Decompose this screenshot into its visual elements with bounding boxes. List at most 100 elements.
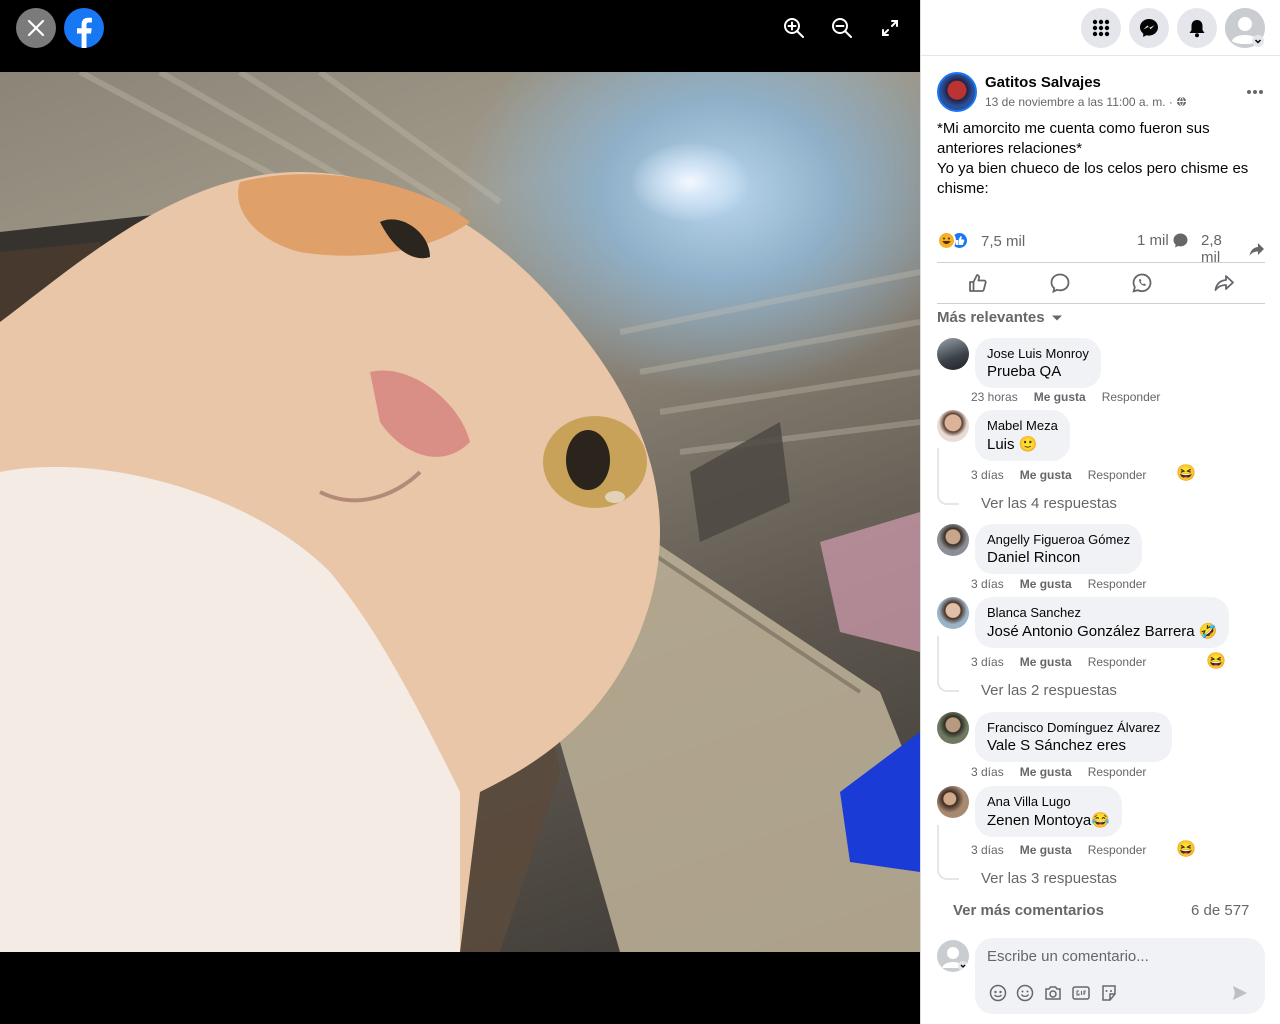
comment-time[interactable]: 3 días [971, 577, 1004, 591]
comment-time[interactable]: 3 días [971, 468, 1004, 482]
comment-avatar[interactable] [937, 786, 969, 818]
comment-reply-button[interactable]: Responder [1088, 765, 1147, 779]
share-count[interactable]: 2,8 mil [1201, 232, 1265, 266]
comment-meta: 23 horas Me gusta Responder [971, 390, 1160, 404]
post-header: Gatitos Salvajes 13 de noviembre a las 1… [937, 72, 1267, 112]
comment-like-button[interactable]: Me gusta [1034, 390, 1086, 404]
comment-like-button[interactable]: Me gusta [1020, 655, 1072, 669]
like-button[interactable] [943, 266, 1013, 300]
comment-like-button[interactable]: Me gusta [1020, 468, 1072, 482]
comment-avatar[interactable] [937, 597, 969, 629]
fullscreen-icon [882, 20, 898, 36]
sticker-button[interactable] [1098, 982, 1120, 1004]
comment-time[interactable]: 3 días [971, 655, 1004, 669]
cat-selfie-image [0, 72, 920, 952]
comment-time[interactable]: 23 horas [971, 390, 1018, 404]
thread-line [937, 636, 959, 692]
post-text-line2: Yo ya bien chueco de los celos pero chis… [937, 160, 1249, 197]
messenger-button[interactable] [1129, 8, 1169, 48]
whatsapp-send-button[interactable] [1107, 266, 1177, 300]
comment-reply-button[interactable]: Responder [1088, 468, 1147, 482]
view-replies-link[interactable]: Ver las 3 respuestas [981, 870, 1117, 887]
fullscreen-button[interactable] [876, 14, 904, 42]
avatar-sticker-button[interactable] [987, 982, 1009, 1004]
comment-meta: 3 días Me gusta Responder [971, 468, 1146, 482]
close-button[interactable] [16, 8, 56, 48]
comment-time[interactable]: 3 días [971, 765, 1004, 779]
comment-author[interactable]: Angelly Figueroa Gómez [987, 532, 1130, 547]
close-icon [27, 19, 45, 37]
post-text-line1: *Mi amorcito me cuenta como fueron sus a… [937, 120, 1210, 157]
comment-sort-dropdown[interactable]: Más relevantes [937, 309, 1063, 326]
thread-line [937, 825, 959, 880]
facebook-logo[interactable] [64, 8, 104, 48]
post-text: *Mi amorcito me cuenta como fueron sus a… [937, 119, 1257, 199]
view-replies-link[interactable]: Ver las 2 respuestas [981, 682, 1117, 699]
reaction-icons[interactable] [937, 231, 969, 250]
comment-text: Prueba QA [987, 363, 1062, 380]
share-arrow-icon [1249, 242, 1265, 256]
comment-like-button[interactable]: Me gusta [1020, 577, 1072, 591]
share-count-value: 2,8 mil [1201, 232, 1222, 266]
comment-avatar[interactable] [937, 410, 969, 442]
comment-bubble: Jose Luis Monroy Prueba QA [975, 338, 1101, 388]
post-timestamp[interactable]: 13 de noviembre a las 11:00 a. m. · [985, 95, 1187, 109]
comment-text: Zenen Montoya😂 [987, 812, 1110, 829]
zoom-in-button[interactable] [780, 14, 808, 42]
comment-author[interactable]: Jose Luis Monroy [987, 346, 1089, 361]
photo-attach-button[interactable] [1042, 982, 1064, 1004]
like-thumb-icon [969, 274, 987, 292]
comment-bubble: Blanca Sanchez José Antonio González Bar… [975, 597, 1230, 648]
comment-reply-button[interactable]: Responder [1088, 843, 1147, 857]
send-comment-button[interactable] [1229, 982, 1251, 1004]
comment-bubble: Mabel Meza Luis 🙂 [975, 410, 1070, 461]
default-user-icon [942, 947, 968, 971]
comment-composer [975, 938, 1265, 1014]
comment-bubble: Francisco Domínguez Álvarez Vale S Sánch… [975, 712, 1173, 762]
haha-reaction-badge[interactable]: 😆 [1176, 839, 1196, 859]
haha-reaction-badge[interactable]: 😆 [1176, 463, 1196, 483]
share-button[interactable] [1189, 266, 1259, 300]
emoji-button[interactable] [1014, 982, 1036, 1004]
messenger-icon [1140, 19, 1158, 37]
chevron-down-icon [1051, 315, 1062, 320]
comment-author[interactable]: Blanca Sanchez [987, 605, 1217, 620]
comment-text: Daniel Rincon [987, 549, 1081, 566]
comment-meta: 3 días Me gusta Responder [971, 765, 1146, 779]
reaction-count[interactable]: 7,5 mil [981, 233, 1025, 250]
comment-reply-button[interactable]: Responder [1088, 655, 1147, 669]
comment-icon [1050, 273, 1070, 294]
zoom-out-button[interactable] [828, 14, 856, 42]
comment-like-button[interactable]: Me gusta [1020, 843, 1072, 857]
comment-author[interactable]: Mabel Meza [987, 418, 1058, 433]
notifications-button[interactable] [1177, 8, 1217, 48]
comment-like-button[interactable]: Me gusta [1020, 765, 1072, 779]
comment-avatar[interactable] [937, 712, 969, 744]
page-avatar[interactable] [937, 72, 977, 112]
haha-reaction-badge[interactable]: 😆 [1206, 651, 1226, 671]
view-more-comments-link[interactable]: Ver más comentarios [953, 902, 1104, 919]
comment-count[interactable]: 1 mil [1137, 232, 1189, 249]
comment-text: Vale S Sánchez eres [987, 737, 1126, 754]
comment-time[interactable]: 3 días [971, 843, 1004, 857]
comment-avatar[interactable] [937, 338, 969, 370]
composer-avatar[interactable] [937, 940, 969, 972]
top-bar [921, 0, 1280, 56]
post-options-button[interactable] [1243, 80, 1267, 104]
more-options-icon [1247, 90, 1263, 94]
gif-button[interactable] [1070, 982, 1092, 1004]
comment-author[interactable]: Francisco Domínguez Álvarez [987, 720, 1160, 735]
cat-photo[interactable] [0, 72, 920, 952]
comment-reply-button[interactable]: Responder [1088, 577, 1147, 591]
view-replies-link[interactable]: Ver las 4 respuestas [981, 495, 1117, 512]
account-button[interactable] [1225, 8, 1265, 48]
comment-avatar[interactable] [937, 524, 969, 556]
whatsapp-icon [1132, 273, 1152, 293]
comment-author[interactable]: Ana Villa Lugo [987, 794, 1110, 809]
comment-reply-button[interactable]: Responder [1102, 390, 1161, 404]
comment-input[interactable] [987, 948, 1247, 965]
comment-button[interactable] [1025, 266, 1095, 300]
menu-button[interactable] [1081, 8, 1121, 48]
page-name[interactable]: Gatitos Salvajes [985, 74, 1101, 91]
comment-bubble: Angelly Figueroa Gómez Daniel Rincon [975, 524, 1143, 574]
